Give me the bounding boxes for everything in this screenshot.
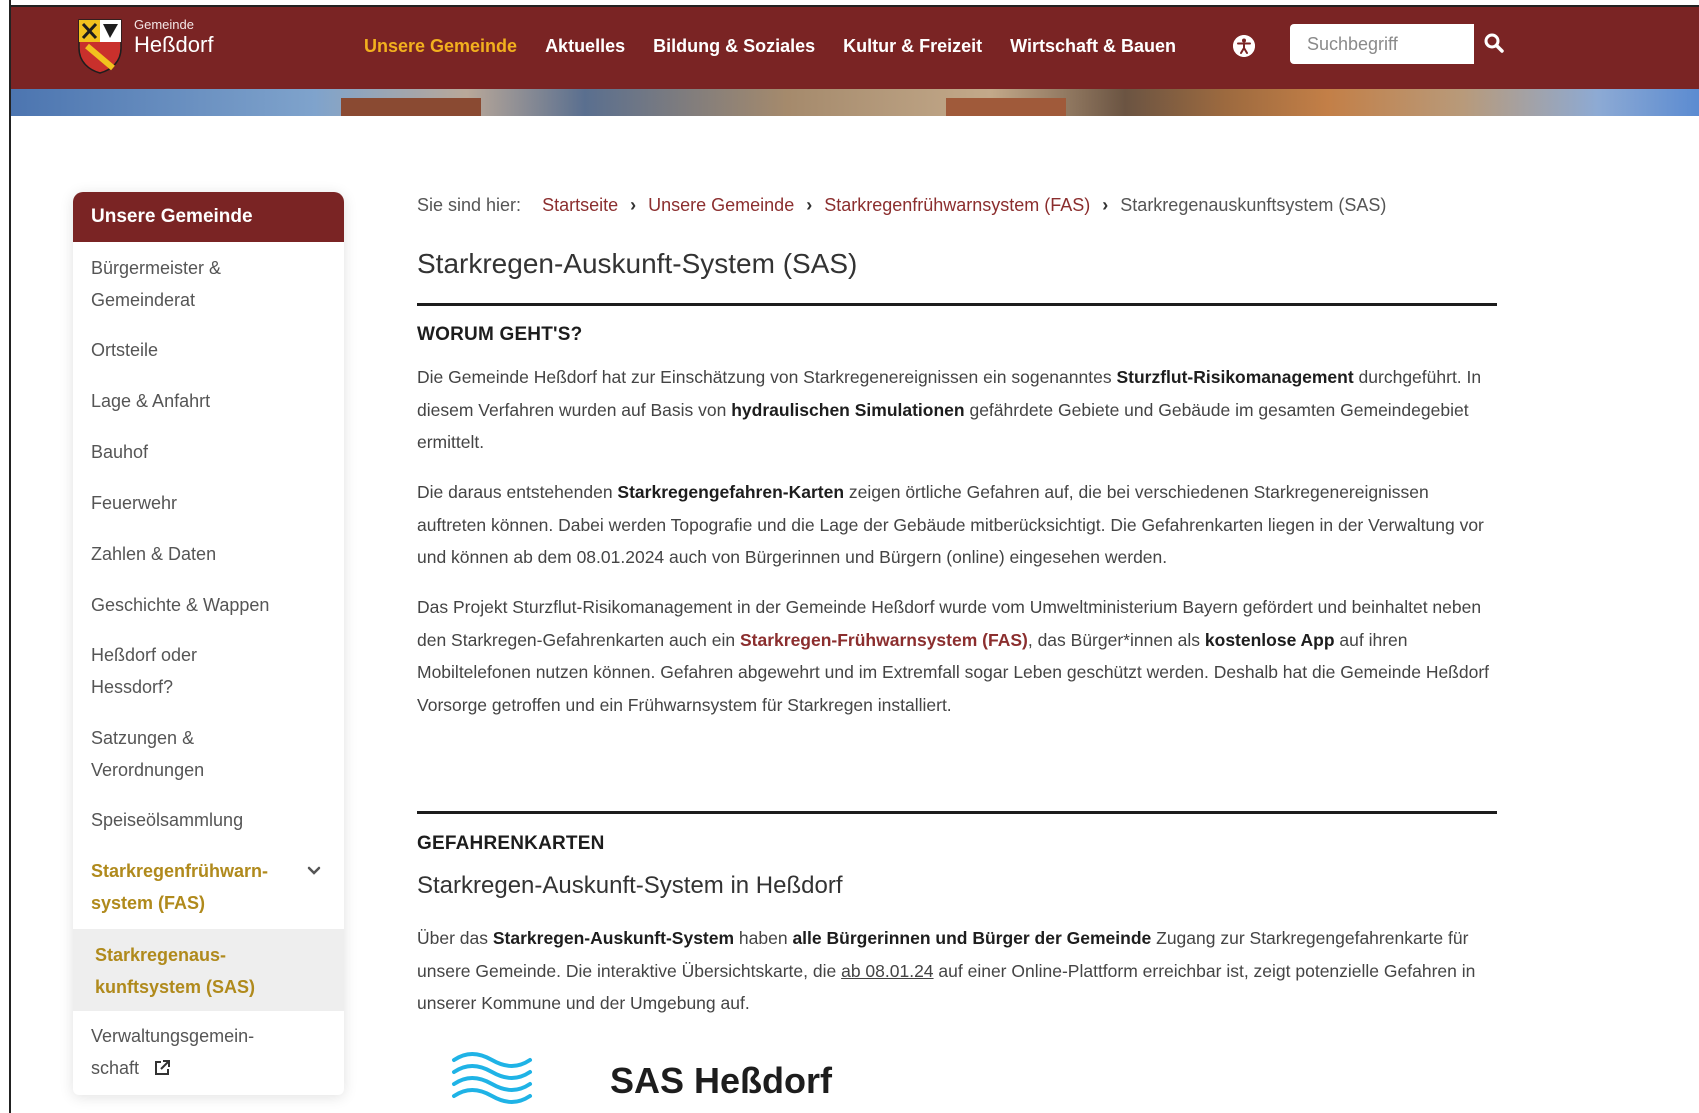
section-heading: WORUM GEHT'S? bbox=[417, 324, 583, 345]
nav-wirtschaft-bauen[interactable]: Wirtschaft & Bauen bbox=[1010, 36, 1176, 57]
bold-text: Starkregengefahren-Karten bbox=[617, 482, 845, 502]
waves-logo-icon bbox=[452, 1052, 532, 1104]
browser-viewport: Gemeinde Heßdorf Unsere Gemeinde Aktuell… bbox=[0, 0, 1699, 1113]
external-link-icon bbox=[155, 1060, 170, 1075]
coat-of-arms-logo[interactable] bbox=[77, 18, 123, 74]
text: Über das bbox=[417, 928, 493, 948]
breadcrumb-separator: › bbox=[806, 195, 813, 215]
sidebar-item-buergermeister[interactable]: Gemeinderat bbox=[91, 284, 311, 316]
hero-roof bbox=[946, 98, 1066, 116]
nav-aktuelles[interactable]: Aktuelles bbox=[545, 36, 625, 57]
sidebar-item-bauhof[interactable]: Bauhof bbox=[91, 436, 311, 468]
sidebar-item-verwaltungsgemeinschaft[interactable]: schaft bbox=[91, 1052, 151, 1084]
bold-text: alle Bürgerinnen und Bürger der Gemeinde bbox=[792, 928, 1152, 948]
text: , das Bürger*innen als bbox=[1027, 629, 1205, 650]
sidebar-title[interactable]: Unsere Gemeinde bbox=[73, 192, 344, 242]
sidebar-item-lage-anfahrt[interactable]: Lage & Anfahrt bbox=[91, 385, 311, 417]
sidebar-item-satzungen[interactable]: Satzungen & bbox=[91, 722, 311, 754]
breadcrumb-link-startseite[interactable]: Startseite bbox=[542, 195, 618, 215]
hero-roof bbox=[341, 98, 481, 116]
bold-text: Sturzflut-Risikomanagement bbox=[1116, 367, 1354, 387]
bold-text: kostenlose App bbox=[1204, 629, 1335, 650]
date-link[interactable]: ab 08.01.24 bbox=[841, 961, 933, 981]
breadcrumb-separator: › bbox=[630, 195, 637, 215]
paragraph: Die daraus entstehenden Starkregengefahr… bbox=[417, 476, 1497, 574]
text: Die Gemeinde Heßdorf hat zur Einschätzun… bbox=[417, 367, 1117, 387]
sidebar-item-fas[interactable]: Starkregenfrühwarn- bbox=[91, 855, 311, 887]
sidebar-item-sas[interactable]: Starkregenaus- bbox=[95, 939, 315, 971]
breadcrumb: Sie sind hier: Startseite › Unsere Gemeind… bbox=[417, 195, 1386, 216]
text: haben bbox=[734, 928, 793, 948]
fas-link[interactable]: Starkregen-Frühwarnsystem (FAS) bbox=[740, 630, 1028, 650]
breadcrumb-link-fas[interactable]: Starkregenfrühwarnsystem (FAS) bbox=[824, 195, 1090, 215]
text: Die daraus entstehenden bbox=[417, 482, 618, 502]
section-heading: GEFAHRENKARTEN bbox=[417, 833, 605, 854]
sidebar-item-speiseoelsammlung[interactable]: Speiseölsammlung bbox=[91, 804, 311, 836]
section-divider bbox=[417, 303, 1497, 306]
sas-logo-text: SAS Heßdorf bbox=[610, 1060, 833, 1101]
breadcrumb-current: Starkregenauskunftsystem (SAS) bbox=[1120, 195, 1387, 215]
accessibility-icon[interactable] bbox=[1233, 35, 1255, 57]
breadcrumb-prefix: Sie sind hier: bbox=[417, 195, 522, 215]
sidebar-item-ortsteile[interactable]: Ortsteile bbox=[91, 334, 311, 366]
sidebar-item-fas[interactable]: system (FAS) bbox=[91, 887, 311, 919]
section-divider bbox=[417, 811, 1497, 814]
paragraph: Die Gemeinde Heßdorf hat zur Einschätzun… bbox=[417, 361, 1497, 459]
nav-bildung-soziales[interactable]: Bildung & Soziales bbox=[653, 36, 815, 57]
sidebar-item-geschichte-wappen[interactable]: Geschichte & Wappen bbox=[91, 589, 311, 621]
sidebar-item-verwaltungsgemeinschaft[interactable]: Verwaltungsgemein- bbox=[91, 1020, 311, 1052]
chevron-down-icon[interactable] bbox=[307, 864, 321, 878]
main-navigation: Unsere Gemeinde Aktuelles Bildung & Sozi… bbox=[364, 36, 1204, 57]
page-title: Starkregen-Auskunft-System (SAS) bbox=[417, 248, 858, 279]
sidebar-nav: Unsere Gemeinde Bürgermeister & Gemeinde… bbox=[73, 192, 344, 1095]
sidebar-item-feuerwehr[interactable]: Feuerwehr bbox=[91, 487, 311, 519]
sidebar-item-hessdorf-oder[interactable]: Hessdorf? bbox=[91, 671, 311, 703]
hero-image-strip bbox=[11, 89, 1699, 116]
logo-title[interactable]: Heßdorf bbox=[134, 32, 213, 58]
sidebar-item-zahlen-daten[interactable]: Zahlen & Daten bbox=[91, 538, 311, 570]
paragraph: Das Projekt Sturzflut-Risikomanagement i… bbox=[417, 591, 1497, 721]
sidebar-item-buergermeister[interactable]: Bürgermeister & bbox=[91, 252, 311, 284]
paragraph: Über das Starkregen-Auskunft-System habe… bbox=[417, 922, 1497, 1020]
sidebar-item-satzungen[interactable]: Verordnungen bbox=[91, 754, 311, 786]
nav-kultur-freizeit[interactable]: Kultur & Freizeit bbox=[843, 36, 982, 57]
frame-border bbox=[9, 0, 11, 1113]
section-subtitle: Starkregen-Auskunft-System in Heßdorf bbox=[417, 872, 843, 899]
sidebar-item-hessdorf-oder[interactable]: Heßdorf oder bbox=[91, 639, 311, 671]
bold-text: Starkregen-Auskunft-System bbox=[492, 928, 735, 948]
breadcrumb-link-unsere-gemeinde[interactable]: Unsere Gemeinde bbox=[648, 195, 794, 215]
logo-subtitle: Gemeinde bbox=[134, 17, 194, 32]
search-button[interactable] bbox=[1474, 24, 1514, 64]
breadcrumb-separator: › bbox=[1102, 195, 1109, 215]
sidebar-item-sas[interactable]: kunftsystem (SAS) bbox=[95, 971, 315, 1003]
nav-unsere-gemeinde[interactable]: Unsere Gemeinde bbox=[364, 36, 517, 57]
search-icon bbox=[1484, 33, 1504, 53]
search-input[interactable] bbox=[1290, 24, 1474, 64]
bold-text: hydraulischen Simulationen bbox=[731, 399, 965, 420]
